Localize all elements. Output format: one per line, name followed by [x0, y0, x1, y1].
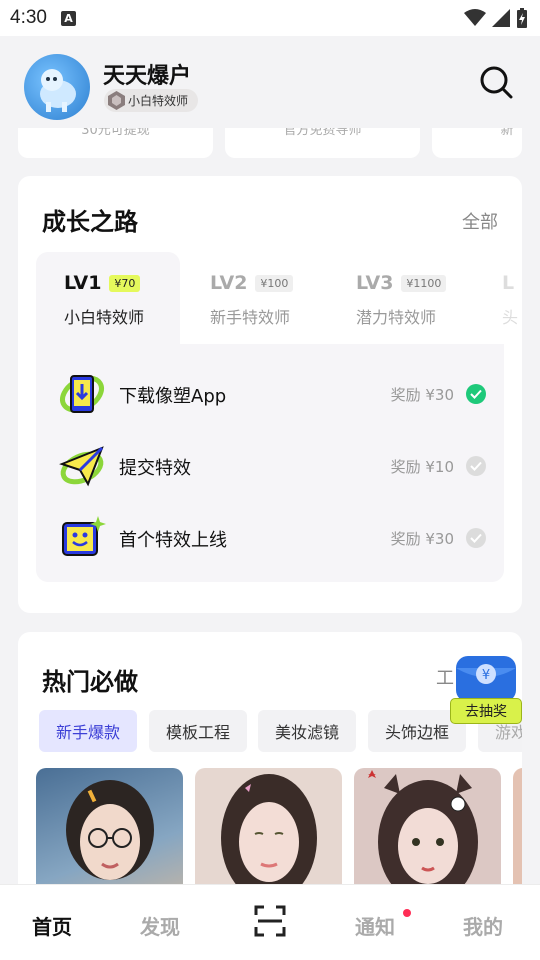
task-list: 下载像塑App 奖励 ¥30 提交特效 奖励 ¥10 首个特效上线 奖励 ¥30: [36, 344, 504, 582]
task-name: 首个特效上线: [119, 530, 227, 551]
wifi-icon: [464, 9, 486, 26]
check-pending-icon: [466, 456, 486, 476]
notification-dot: [403, 909, 411, 917]
level-title: 头: [502, 308, 519, 327]
chip-makeup-filters[interactable]: 美妆滤镜: [258, 710, 357, 752]
lottery-label: 去抽奖: [450, 698, 522, 724]
chip-template-projects[interactable]: 模板工程: [149, 710, 248, 752]
top-card-label: 30元可提现: [81, 128, 150, 138]
effect-thumbnails: [36, 768, 522, 888]
level-badge[interactable]: 小白特效师: [104, 89, 199, 112]
effect-thumbnail[interactable]: [354, 768, 501, 888]
tab-home[interactable]: 首页: [32, 911, 72, 940]
level-name: LV2: [210, 272, 248, 294]
gem-icon: [108, 91, 125, 110]
profile-header: 天天爆户 小白特效师: [0, 36, 540, 136]
download-app-icon: [60, 375, 104, 413]
chip-newbie-hits[interactable]: 新手爆款: [39, 710, 138, 752]
username: 天天爆户: [103, 64, 192, 89]
effect-thumbnail[interactable]: [36, 768, 183, 888]
level-tab-lv3[interactable]: LV3 ¥1100 潜力特效师: [328, 252, 472, 344]
level-tabs: LV1 ¥70 小白特效师 LV2 ¥100 新手特效师 LV3 ¥1100 潜力特效…: [36, 252, 522, 344]
top-card[interactable]: 30元可提现: [18, 128, 213, 158]
avatar[interactable]: [24, 54, 90, 120]
paper-plane-icon: [59, 446, 104, 487]
top-card-label: 新: [500, 128, 514, 138]
task-item[interactable]: 首个特效上线 奖励 ¥30: [36, 508, 504, 568]
task-name: 下载像塑App: [119, 386, 227, 407]
task-name: 提交特效: [119, 458, 191, 479]
tab-mine[interactable]: 我的: [463, 911, 503, 940]
effect-thumbnail[interactable]: [195, 768, 342, 888]
check-pending-icon: [466, 528, 486, 548]
view-all-link[interactable]: 全部: [462, 208, 498, 234]
level-tab-lv4[interactable]: L 头: [474, 252, 522, 344]
level-name: L: [502, 272, 515, 294]
notification-a-icon: A: [60, 10, 76, 26]
tab-discover[interactable]: 发现: [140, 911, 180, 940]
level-tab-lv2[interactable]: LV2 ¥100 新手特效师: [182, 252, 326, 344]
task-item[interactable]: 下载像塑App 奖励 ¥30: [36, 364, 504, 424]
level-tab-lv1[interactable]: LV1 ¥70 小白特效师: [36, 252, 180, 344]
level-title: 小白特效师: [64, 308, 145, 327]
top-card[interactable]: 新: [432, 128, 522, 158]
smiley-screen-icon: [62, 516, 106, 556]
level-reward: ¥100: [255, 274, 294, 292]
top-card[interactable]: 官方免费导师: [225, 128, 420, 158]
portrait-image: [368, 770, 478, 888]
bottom-tab-bar: 首页 发现 通知 我的: [0, 884, 540, 960]
top-card-label: 官方免费导师: [283, 128, 362, 138]
effect-thumbnail[interactable]: [513, 768, 522, 888]
top-cards-strip: 30元可提现 官方免费导师 新: [0, 128, 540, 158]
tab-notify[interactable]: 通知: [355, 911, 395, 940]
growth-card: 成长之路 全部 LV1 ¥70 小白特效师 LV2 ¥100 新手特效师 LV3 ¥1…: [18, 176, 522, 613]
lottery-button[interactable]: ¥ 去抽奖: [450, 650, 522, 724]
task-item[interactable]: 提交特效 奖励 ¥10: [36, 436, 504, 496]
svg-text:¥: ¥: [482, 668, 490, 683]
level-reward: ¥1100: [401, 274, 447, 292]
level-title: 潜力特效师: [356, 308, 437, 327]
signal-icon: [492, 9, 510, 27]
check-done-icon: [466, 384, 486, 404]
task-reward: 奖励 ¥30: [390, 386, 454, 404]
task-reward: 奖励 ¥10: [390, 458, 454, 476]
level-reward: ¥70: [109, 274, 141, 292]
status-bar: 4:30 A: [0, 0, 540, 36]
badge-label: 小白特效师: [128, 94, 189, 108]
portrait-image: [221, 774, 317, 888]
growth-title: 成长之路: [42, 208, 138, 236]
portrait-image: [66, 780, 154, 880]
scan-icon[interactable]: [254, 905, 286, 937]
level-title: 新手特效师: [210, 308, 291, 327]
level-name: LV3: [356, 272, 394, 294]
avatar-image: [40, 69, 76, 112]
status-time: 4:30: [10, 7, 47, 28]
search-icon[interactable]: [478, 64, 514, 100]
hot-title: 热门必做: [42, 668, 138, 696]
task-reward: 奖励 ¥30: [390, 530, 454, 548]
battery-icon: [517, 8, 527, 28]
level-name: LV1: [64, 272, 102, 294]
